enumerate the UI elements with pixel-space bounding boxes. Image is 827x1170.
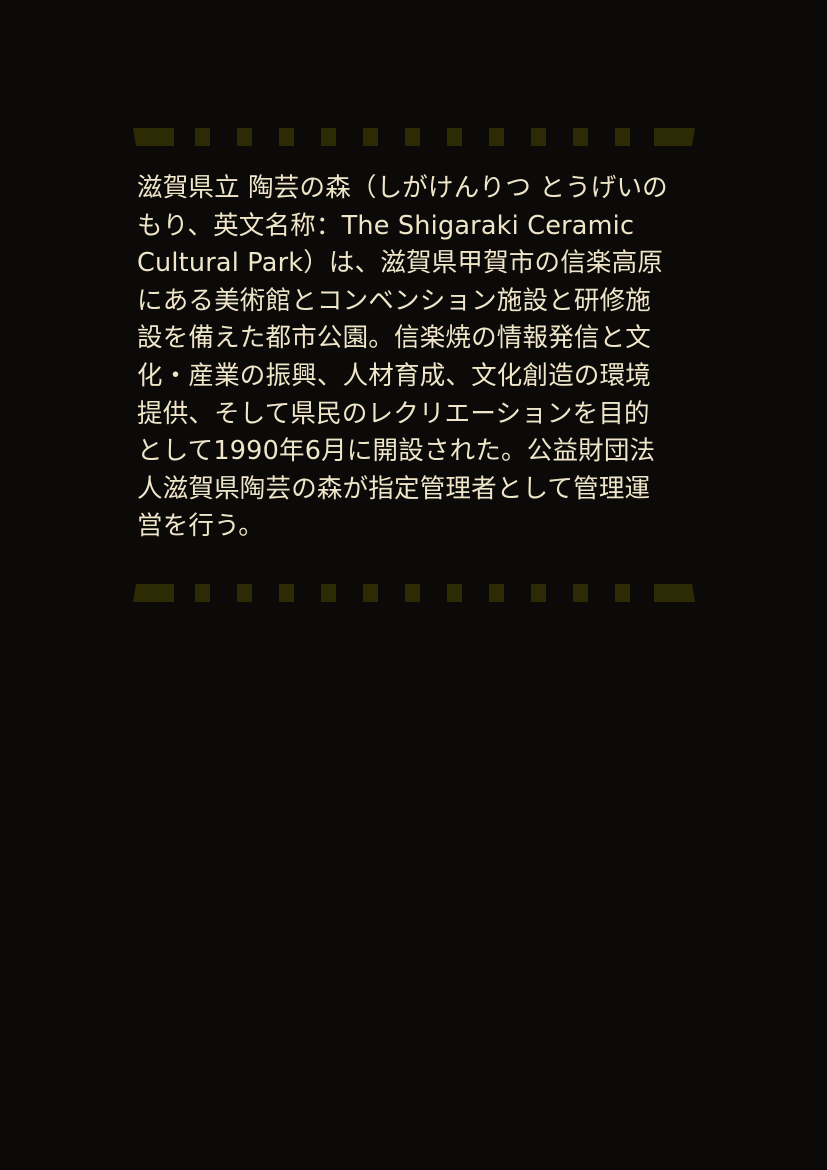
text-line: 人滋賀県陶芸の森が指定管理者として管理運 bbox=[137, 473, 651, 504]
text-line: 設を備えた都市公園。信楽焼の情報発信と文 bbox=[137, 323, 652, 354]
bottom-dashed-border bbox=[133, 584, 695, 602]
text-line: 化・産業の振興、人材育成、文化創造の環境 bbox=[137, 360, 652, 391]
text-line: もり、英文名称：The Shigaraki Ceramic bbox=[137, 210, 635, 241]
article-body: 滋賀県立 陶芸の森（しがけんりつ とうげいの もり、英文名称：The Shiga… bbox=[137, 170, 697, 546]
text-line: 滋賀県立 陶芸の森（しがけんりつ とうげいの bbox=[137, 173, 668, 203]
text-line: にある美術館とコンベンション施設と研修施 bbox=[137, 285, 652, 316]
text-line: 提供、そして県民のレクリエーションを目的 bbox=[137, 398, 650, 429]
text-line: Cultural Park）は、滋賀県甲賀市の信楽高原 bbox=[137, 248, 664, 279]
text-line: として1990年6月に開設された。公益財団法 bbox=[137, 436, 656, 467]
page: 滋賀県立 陶芸の森（しがけんりつ とうげいの もり、英文名称：The Shiga… bbox=[0, 0, 827, 1170]
text-line: 営を行う。 bbox=[137, 511, 264, 542]
top-dashed-border bbox=[133, 128, 695, 146]
